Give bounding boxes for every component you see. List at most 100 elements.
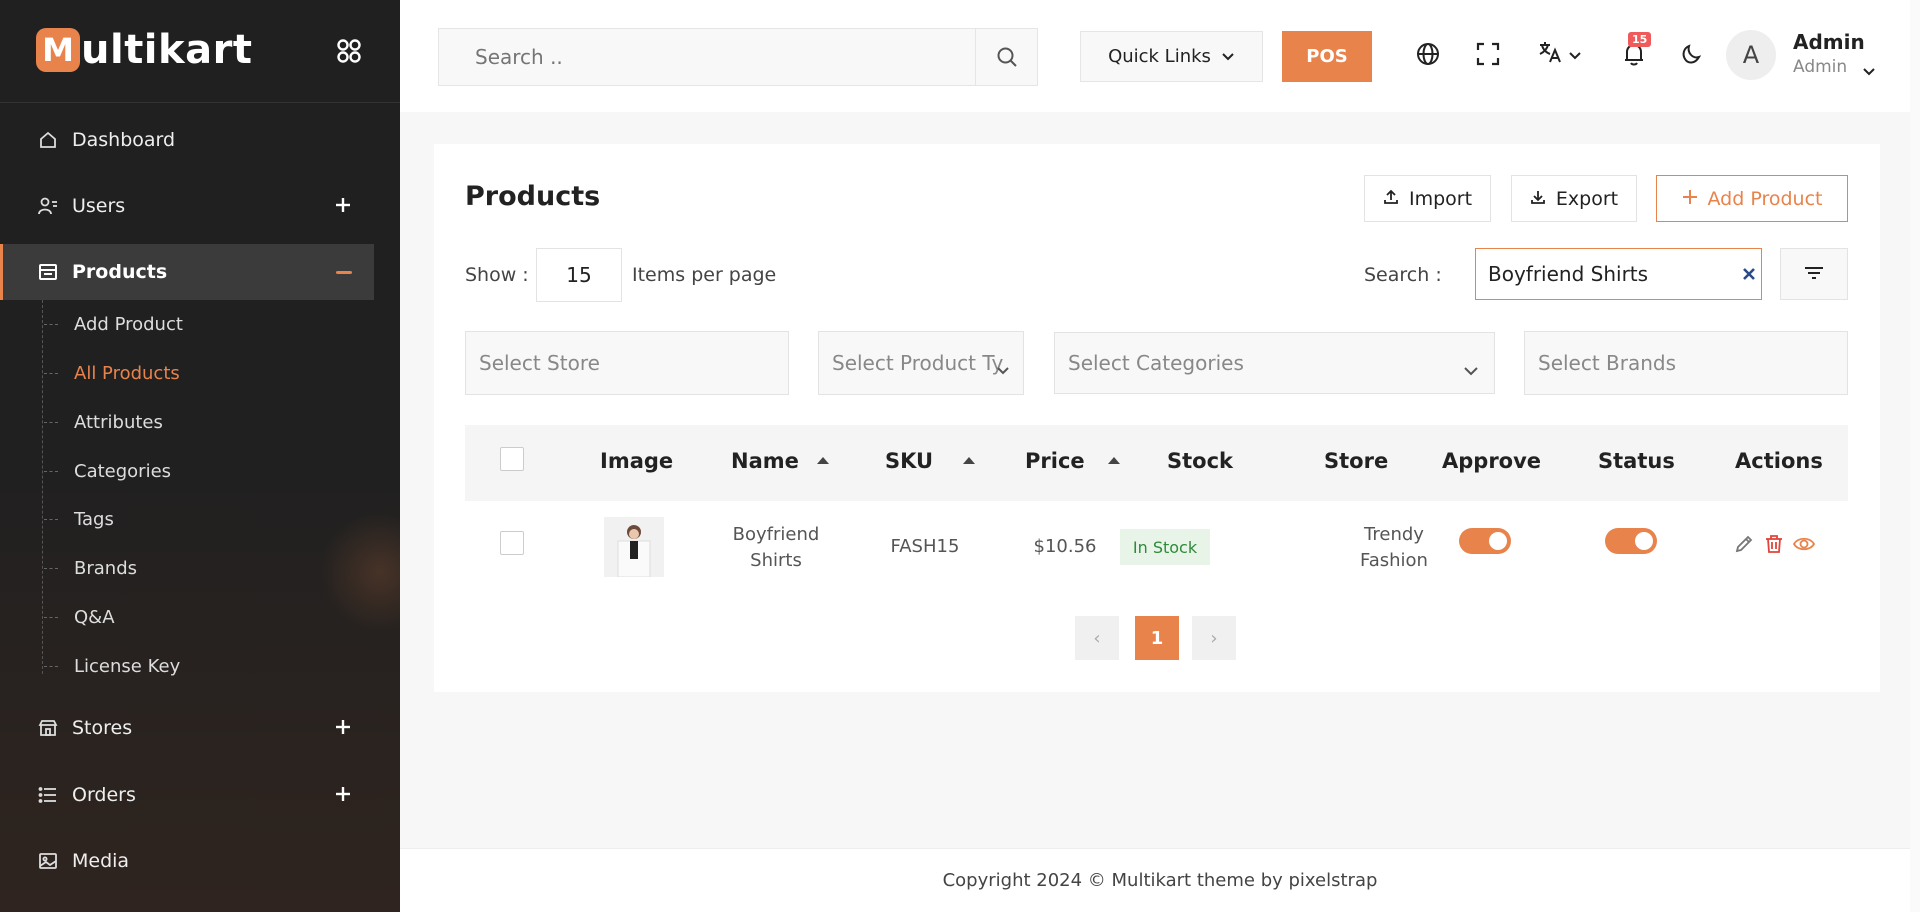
translate-icon xyxy=(1537,39,1563,69)
delete-icon[interactable] xyxy=(1763,533,1785,555)
sidebar-item-products[interactable]: Products xyxy=(0,244,374,300)
expand-plus-icon[interactable] xyxy=(334,196,352,214)
pagination-page-current[interactable]: 1 xyxy=(1135,616,1179,660)
sidebar-item-users[interactable]: Users xyxy=(0,178,374,234)
clear-search-icon[interactable] xyxy=(1737,267,1761,281)
per-page-input[interactable]: 15 xyxy=(536,248,622,302)
chevron-down-icon[interactable] xyxy=(1862,62,1876,81)
column-price[interactable]: Price xyxy=(1025,449,1085,473)
submenu-guide-line xyxy=(42,300,43,674)
chevron-down-icon xyxy=(997,356,1009,380)
submenu-add-product[interactable]: Add Product xyxy=(74,309,183,339)
edit-icon[interactable] xyxy=(1733,533,1755,555)
chevron-down-icon xyxy=(1569,45,1581,64)
language-selector[interactable] xyxy=(1534,40,1584,68)
user-name[interactable]: Admin xyxy=(1793,30,1865,54)
avatar[interactable]: A xyxy=(1726,30,1776,80)
global-search-input[interactable] xyxy=(439,29,975,85)
product-type-select[interactable]: Select Product Ty xyxy=(818,331,1024,395)
submenu-qa[interactable]: Q&A xyxy=(74,602,115,632)
submenu-tick xyxy=(44,373,58,374)
chevron-down-icon xyxy=(1464,357,1478,381)
submenu-tags[interactable]: Tags xyxy=(74,504,114,534)
search-icon[interactable] xyxy=(975,29,1037,85)
product-sku: FASH15 xyxy=(890,536,960,557)
sidebar-item-dashboard[interactable]: Dashboard xyxy=(0,112,374,168)
users-icon xyxy=(38,196,58,216)
submenu-tick xyxy=(44,617,58,618)
select-all-checkbox[interactable] xyxy=(500,447,524,471)
export-label: Export xyxy=(1555,187,1619,210)
import-button[interactable]: Import xyxy=(1364,175,1491,222)
submenu-attributes[interactable]: Attributes xyxy=(74,407,163,437)
product-thumbnail[interactable] xyxy=(604,517,664,577)
filter-button[interactable] xyxy=(1780,248,1848,300)
brand-logo[interactable]: M ultikart xyxy=(36,27,253,73)
categories-select[interactable]: Select Categories xyxy=(1054,332,1495,394)
page-scrollbar[interactable] xyxy=(1910,0,1920,912)
sidebar-item-media[interactable]: Media xyxy=(0,833,374,889)
sort-asc-icon[interactable] xyxy=(1108,457,1120,464)
fullscreen-icon[interactable] xyxy=(1474,40,1502,68)
sidebar-item-stores[interactable]: Stores xyxy=(0,700,374,756)
store-select[interactable]: Select Store xyxy=(465,331,789,395)
user-role: Admin xyxy=(1793,57,1848,77)
expand-plus-icon[interactable] xyxy=(334,785,352,803)
brands-select[interactable]: Select Brands xyxy=(1524,331,1848,395)
table-search-label: Search : xyxy=(1364,264,1442,286)
footer: Copyright 2024 © Multikart theme by pixe… xyxy=(400,848,1920,912)
status-toggle[interactable] xyxy=(1605,528,1657,554)
plus-icon xyxy=(1682,188,1698,210)
submenu-tick xyxy=(44,324,58,325)
pagination-prev[interactable]: ‹ xyxy=(1075,616,1119,660)
submenu-all-products[interactable]: All Products xyxy=(74,358,180,388)
product-name-line: Boyfriend xyxy=(732,524,820,545)
submenu-tick xyxy=(44,666,58,667)
filter-icon xyxy=(1804,265,1824,284)
column-name[interactable]: Name xyxy=(731,449,799,473)
dark-mode-icon[interactable] xyxy=(1678,40,1706,68)
row-checkbox[interactable] xyxy=(500,531,524,555)
sidebar-item-label: Orders xyxy=(72,784,136,806)
collapse-minus-icon[interactable] xyxy=(336,271,352,274)
top-header: Quick Links POS 15 A Admin Admin xyxy=(400,0,1920,112)
expand-plus-icon[interactable] xyxy=(334,718,352,736)
submenu-tick xyxy=(44,471,58,472)
add-product-button[interactable]: Add Product xyxy=(1656,175,1848,222)
pagination-next[interactable]: › xyxy=(1192,616,1236,660)
submenu-brands[interactable]: Brands xyxy=(74,553,137,583)
product-name[interactable]: Boyfriend Shirts xyxy=(711,522,841,574)
brands-placeholder: Select Brands xyxy=(1538,351,1677,375)
table-search xyxy=(1475,248,1762,300)
chevron-down-icon xyxy=(1221,46,1235,67)
show-label: Show : xyxy=(465,264,529,286)
submenu-license-key[interactable]: License Key xyxy=(74,651,180,681)
sidebar-divider xyxy=(0,102,400,103)
image-icon xyxy=(38,851,58,871)
pos-button[interactable]: POS xyxy=(1282,31,1372,82)
products-icon xyxy=(38,262,58,282)
approve-toggle[interactable] xyxy=(1459,528,1511,554)
submenu-categories[interactable]: Categories xyxy=(74,456,171,486)
sort-asc-icon[interactable] xyxy=(817,457,829,464)
sort-asc-icon[interactable] xyxy=(963,457,975,464)
apps-grid-icon[interactable] xyxy=(336,38,362,64)
view-icon[interactable] xyxy=(1793,533,1815,555)
brand-text: ultikart xyxy=(81,27,253,73)
quick-links-dropdown[interactable]: Quick Links xyxy=(1080,31,1263,82)
sidebar-item-orders[interactable]: Orders xyxy=(0,767,374,823)
page-title: Products xyxy=(465,181,601,212)
column-stock: Stock xyxy=(1167,449,1234,473)
column-sku[interactable]: SKU xyxy=(885,449,933,473)
export-button[interactable]: Export xyxy=(1511,175,1637,222)
submenu-tick xyxy=(44,519,58,520)
per-page-label: Items per page xyxy=(632,264,777,286)
sidebar: M ultikart Dashboard Users Products Add … xyxy=(0,0,400,912)
global-search xyxy=(438,28,1038,86)
sidebar-item-label: Stores xyxy=(72,717,133,739)
product-name-line: Shirts xyxy=(750,550,802,571)
table-search-input[interactable] xyxy=(1476,249,1737,299)
globe-icon[interactable] xyxy=(1414,40,1442,68)
quick-links-label: Quick Links xyxy=(1108,46,1211,67)
column-status: Status xyxy=(1598,449,1675,473)
